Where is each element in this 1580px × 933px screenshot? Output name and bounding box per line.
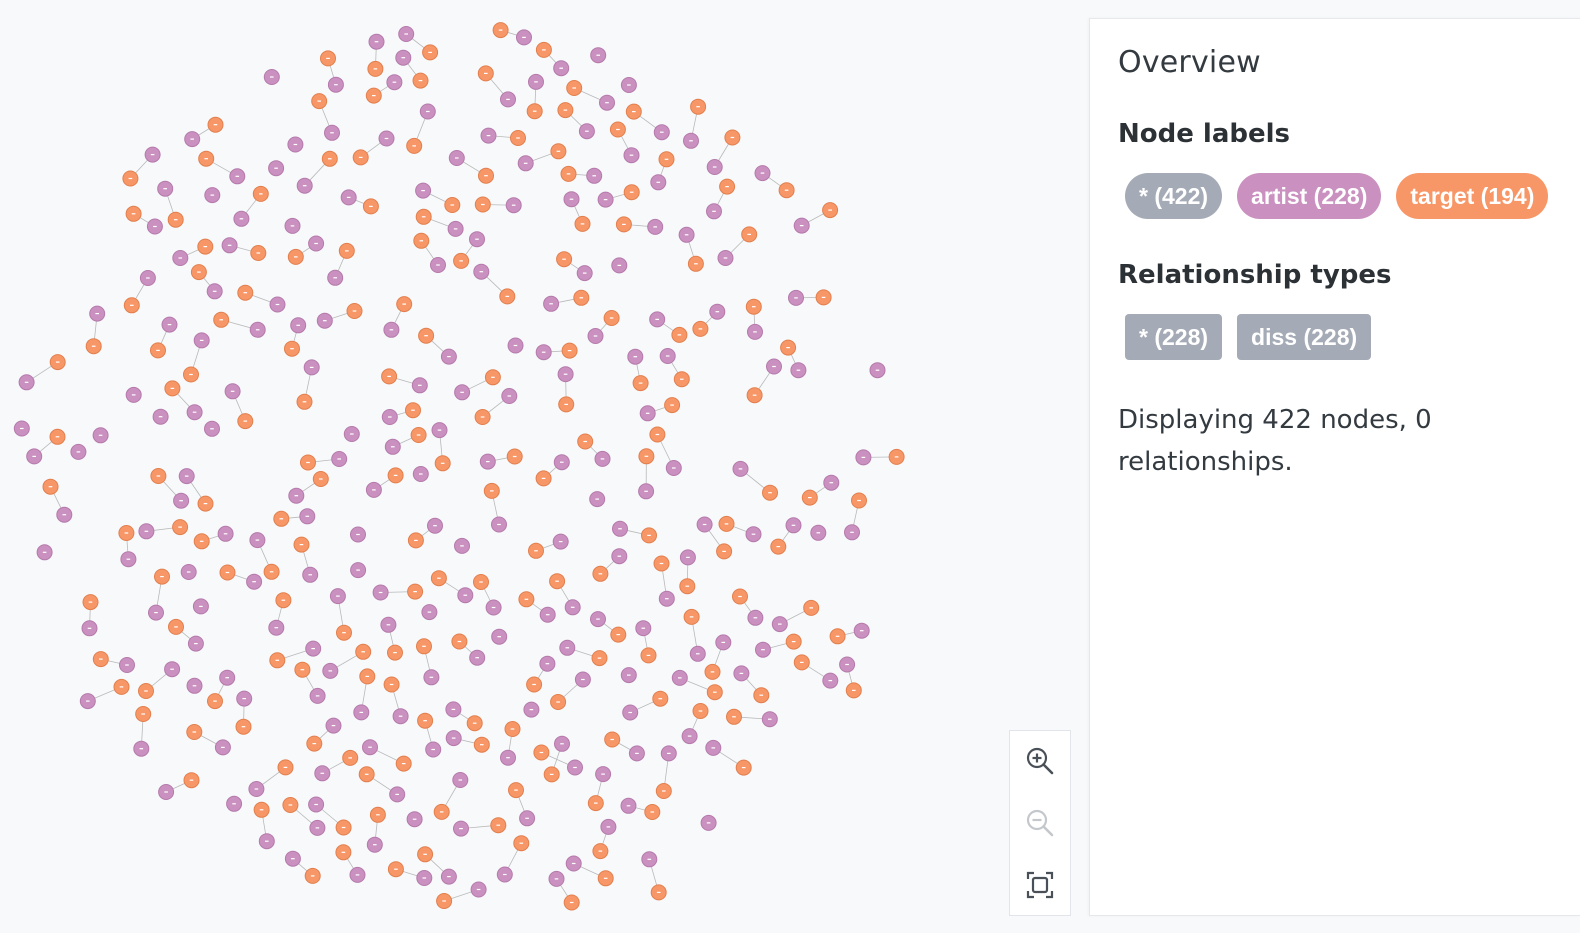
- node-layer: [13, 22, 905, 911]
- zoom-out-icon: [1026, 809, 1054, 837]
- overview-panel: Overview Node labels * (422) artist (228…: [1089, 18, 1580, 916]
- relationship-types-heading: Relationship types: [1118, 260, 1392, 290]
- relationship-types-list: * (228) diss (228): [1125, 314, 1372, 360]
- node-labels-list: * (422) artist (228) target (194): [1125, 173, 1549, 219]
- fit-to-screen-button[interactable]: [1010, 855, 1070, 915]
- overview-title: Overview: [1118, 45, 1261, 80]
- node-labels-heading: Node labels: [1118, 119, 1291, 149]
- display-status: Displaying 422 nodes, 0 relationships.: [1118, 405, 1432, 477]
- zoom-controls: [1009, 730, 1071, 916]
- graph-visualization[interactable]: [0, 0, 1000, 933]
- graph-canvas[interactable]: [0, 0, 1085, 933]
- fit-to-screen-icon: [1026, 871, 1054, 899]
- node-label-artist[interactable]: artist (228): [1237, 173, 1382, 219]
- node-label-target[interactable]: target (194): [1396, 173, 1549, 219]
- relationship-type-all[interactable]: * (228): [1125, 314, 1223, 360]
- zoom-in-icon: [1026, 747, 1054, 775]
- zoom-out-button[interactable]: [1010, 793, 1070, 853]
- node-label-all[interactable]: * (422): [1125, 173, 1223, 219]
- relationship-type-diss[interactable]: diss (228): [1237, 314, 1372, 360]
- zoom-in-button[interactable]: [1010, 731, 1070, 791]
